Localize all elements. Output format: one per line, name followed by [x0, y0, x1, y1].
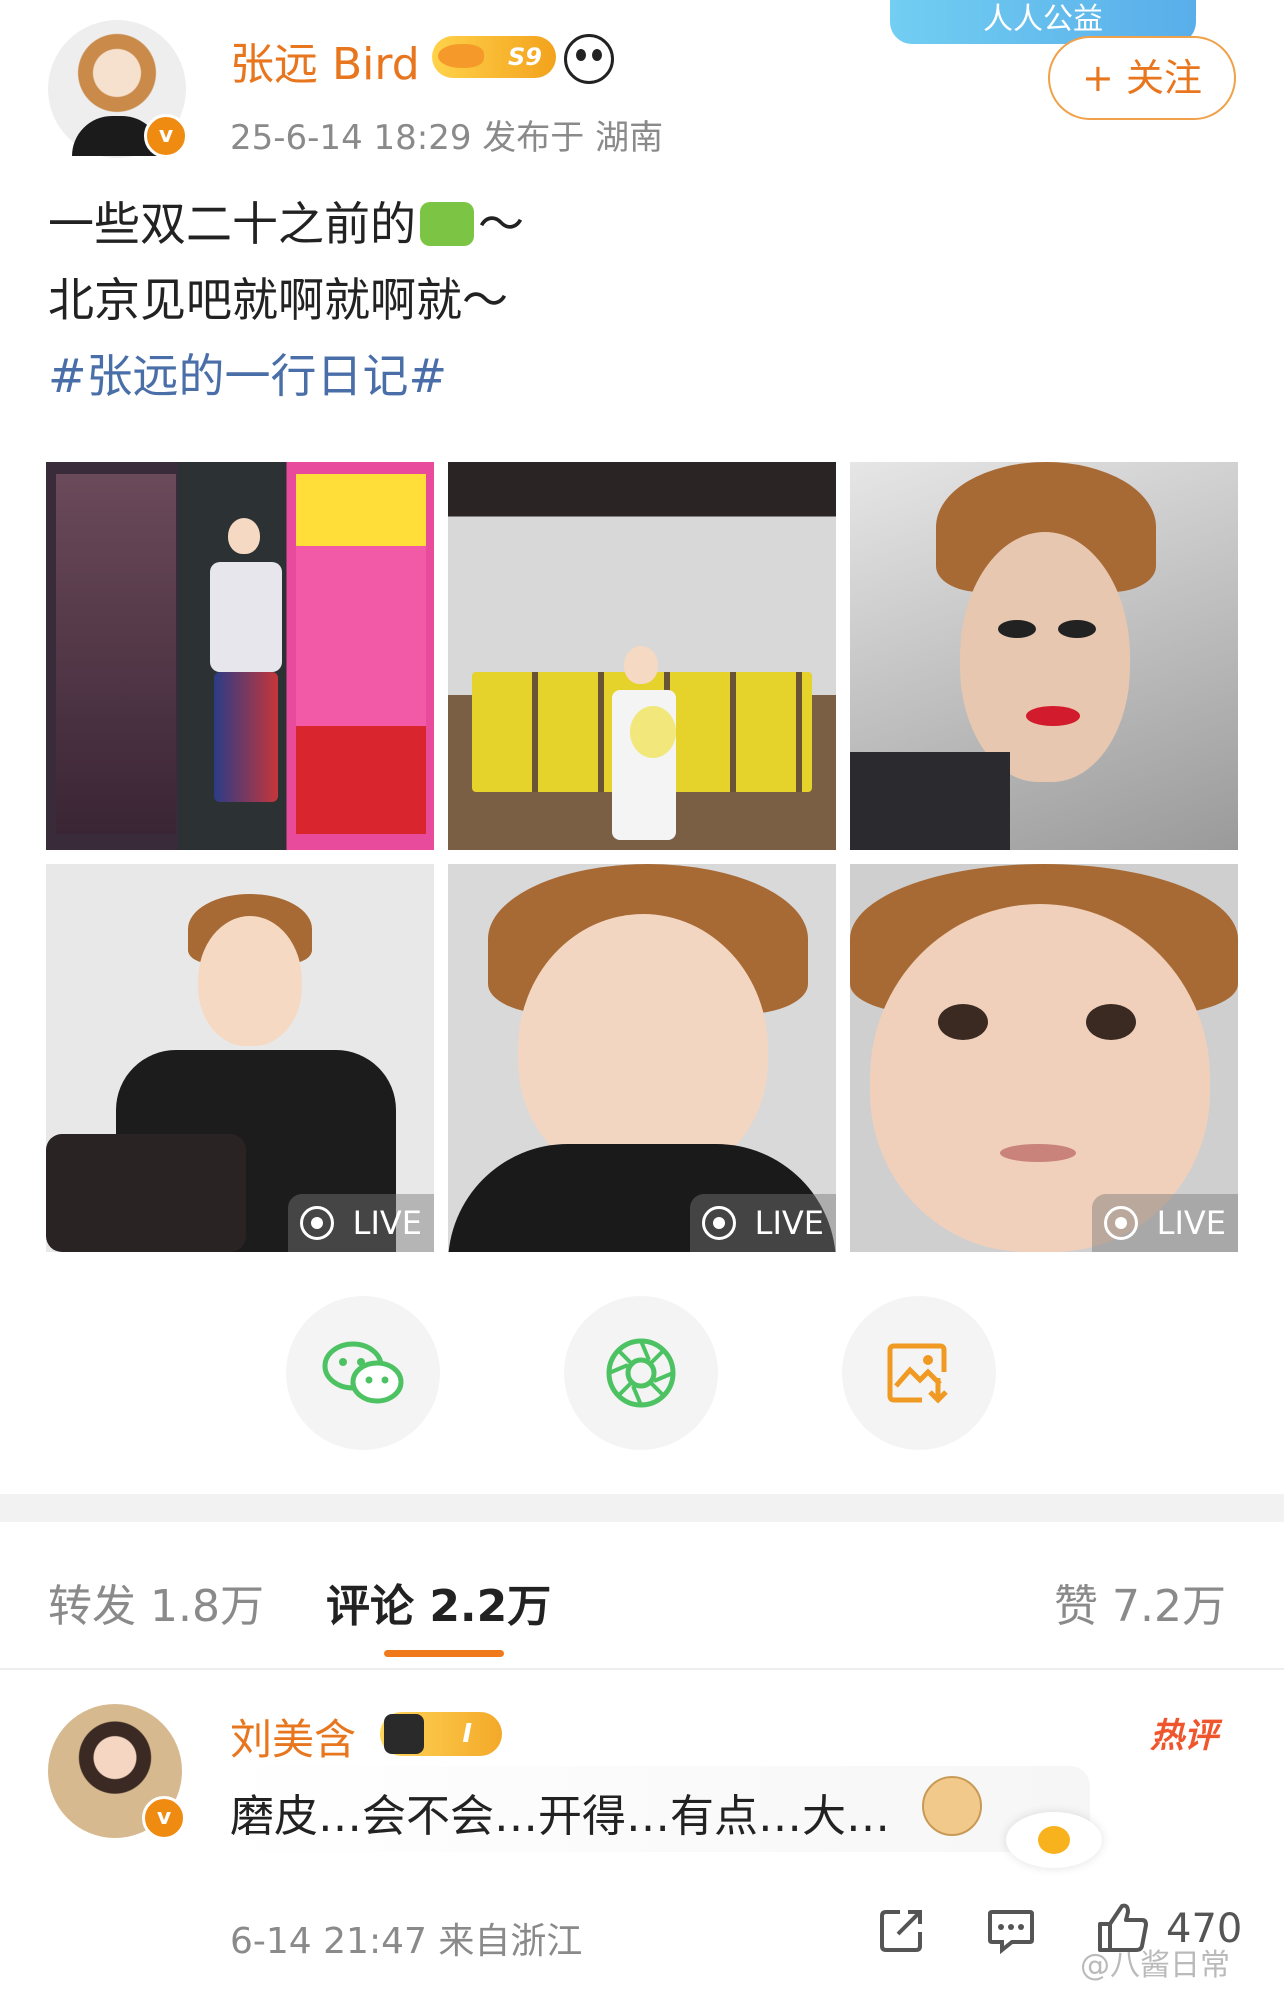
photo-1[interactable] — [46, 462, 434, 850]
verified-badge-icon: v — [142, 1796, 186, 1840]
share-wechat-button[interactable] — [286, 1296, 440, 1450]
follow-button[interactable]: + 关注 — [1048, 36, 1236, 120]
comments-tab[interactable]: 评论 2.2万 — [326, 1570, 551, 1634]
photo-5[interactable]: LIVE — [448, 864, 836, 1252]
red-lips — [1026, 706, 1080, 726]
commenter-avatar[interactable]: v — [48, 1704, 186, 1840]
post-text-1-tail: ～ — [478, 197, 524, 251]
live-icon — [702, 1206, 736, 1240]
live-badge: LIVE — [690, 1194, 836, 1252]
photo-3[interactable] — [850, 462, 1238, 850]
person-head — [228, 518, 260, 554]
save-image-icon — [887, 1343, 948, 1404]
live-badge: LIVE — [288, 1194, 434, 1252]
fried-egg-icon — [1006, 1812, 1102, 1868]
person-shirt — [210, 562, 282, 672]
face — [198, 916, 302, 1046]
author-avatar[interactable]: v — [48, 20, 188, 158]
phone-in-hand — [46, 1134, 246, 1252]
active-tab-indicator — [384, 1650, 504, 1657]
live-icon — [1104, 1206, 1138, 1240]
eye-right — [1086, 1004, 1136, 1040]
post-text-line-2: 北京见吧就啊就啊就～ — [48, 273, 508, 327]
share-icon[interactable] — [878, 1906, 926, 1954]
post-meta: 25-6-14 18:29 发布于 湖南 — [230, 118, 664, 158]
person-head — [624, 646, 658, 684]
live-label: LIVE — [352, 1204, 422, 1242]
eye-left — [938, 1004, 988, 1040]
post-text-line-1: 一些双二十之前的 ～ — [48, 196, 524, 252]
live-badge: LIVE — [1092, 1194, 1238, 1252]
commenter-name[interactable]: 刘美含 — [230, 1706, 356, 1767]
poster-left — [56, 474, 176, 834]
poster-right — [296, 474, 426, 834]
live-icon — [300, 1206, 334, 1240]
face-mask — [960, 532, 1130, 782]
reply-icon[interactable] — [986, 1906, 1036, 1954]
live-label: LIVE — [754, 1204, 824, 1242]
watermark: @八酱日常 — [1080, 1948, 1230, 1983]
doge-emoji-icon — [922, 1776, 982, 1836]
mouth — [1000, 1144, 1076, 1162]
comment-meta: 6-14 21:47 来自浙江 — [230, 1921, 583, 1962]
member-crown-badge: I — [380, 1712, 502, 1756]
eye-left — [998, 620, 1036, 638]
share-moments-button[interactable] — [564, 1296, 718, 1450]
equipment-case — [850, 752, 1010, 850]
person-pants — [214, 672, 278, 802]
level-badge: S9 — [432, 36, 556, 78]
eye-right — [1058, 620, 1096, 638]
photo-4[interactable]: LIVE — [46, 864, 434, 1252]
photo-6[interactable]: LIVE — [850, 864, 1238, 1252]
section-divider — [0, 1494, 1284, 1522]
hashtag-link[interactable]: #张远的一行日记# — [48, 348, 447, 404]
verified-badge-icon: v — [144, 114, 188, 158]
post-text-1: 一些双二十之前的 — [48, 197, 416, 251]
author-name[interactable]: 张远 Bird — [230, 28, 420, 92]
live-label: LIVE — [1156, 1204, 1226, 1242]
flower-bouquet — [630, 706, 676, 758]
comment-text: 磨皮…会不会…开得…有点…大… — [230, 1791, 890, 1842]
hot-comment-label: 热评 — [1150, 1716, 1218, 1756]
photo-2[interactable] — [448, 462, 836, 850]
tabs-bottom-border — [0, 1668, 1284, 1670]
wechat-icon — [322, 1341, 404, 1404]
repost-tab[interactable]: 转发 1.8万 — [48, 1570, 264, 1634]
moments-icon — [606, 1338, 676, 1408]
panda-icon — [564, 34, 614, 84]
puzzle-icon — [420, 202, 474, 246]
save-image-button[interactable] — [842, 1296, 996, 1450]
likes-tab[interactable]: 赞 7.2万 — [1054, 1570, 1226, 1634]
